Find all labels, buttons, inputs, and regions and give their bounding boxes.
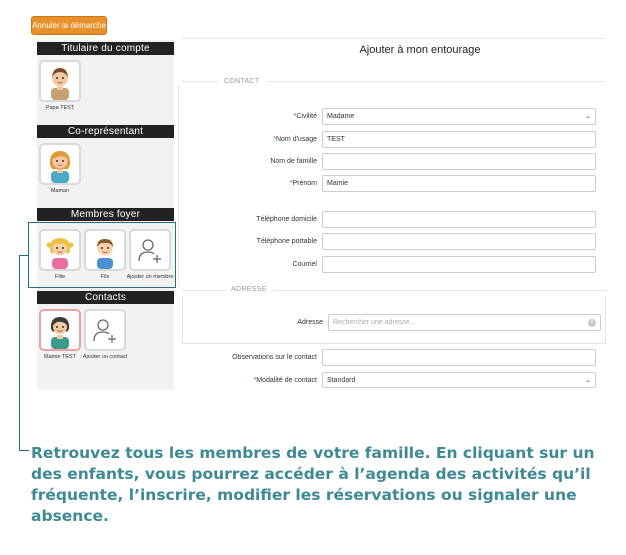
form-title: Ajouter à mon entourage xyxy=(359,44,481,56)
corep-heading: Co-représentant xyxy=(37,125,174,138)
nom-famille-input[interactable] xyxy=(322,153,596,170)
callout-connector xyxy=(19,450,29,451)
courriel-input[interactable] xyxy=(322,256,596,273)
civilite-label: *Civilité xyxy=(167,113,317,120)
tel-portable-input[interactable] xyxy=(322,233,596,250)
boy-avatar-icon xyxy=(97,239,113,269)
adresse-search-input[interactable]: Rechercher une adresse... × xyxy=(328,314,601,331)
modalite-label: *Modalité de contact xyxy=(167,377,317,384)
nom-usage-label: *Nom d'usage xyxy=(167,136,317,143)
modalite-value: Standard xyxy=(327,377,356,384)
section-contact-legend: CONTACT xyxy=(224,78,260,85)
adresse-label: Adresse xyxy=(297,319,323,326)
civilite-value: Madame xyxy=(327,113,355,120)
add-member-button[interactable]: Ajouter un membre xyxy=(127,229,173,293)
observations-label: Observations sur le contact xyxy=(232,354,317,361)
section-adresse-legend: ADRESSE xyxy=(231,286,267,293)
nom-usage-input[interactable]: TEST xyxy=(322,131,596,148)
tel-domicile-input[interactable] xyxy=(322,211,596,228)
member-name: Maman xyxy=(50,188,70,194)
fieldset-line xyxy=(274,290,606,291)
add-person-icon xyxy=(138,239,161,263)
cancel-process-button[interactable]: Annuler la démarche xyxy=(31,16,107,35)
member-card-fille[interactable]: Fille xyxy=(39,229,81,293)
callout-connector xyxy=(19,255,29,256)
prenom-label: *Prénom xyxy=(167,180,317,187)
modalite-select[interactable]: Standard ⌄ xyxy=(322,372,596,388)
chevron-down-icon: ⌄ xyxy=(585,113,591,120)
chevron-down-icon: ⌄ xyxy=(585,377,591,384)
callout-connector xyxy=(19,255,20,450)
prenom-label-text: Prénom xyxy=(292,180,317,187)
callout-caption: Retrouvez tous les membres de votre fami… xyxy=(31,444,595,525)
observations-input[interactable] xyxy=(322,349,596,366)
member-card-maman[interactable]: Maman xyxy=(39,143,81,207)
add-member-label: Ajouter un membre xyxy=(126,274,174,280)
member-card-mamie[interactable]: Mamie TEST xyxy=(39,309,81,373)
add-contact-label: Ajouter un contact xyxy=(82,354,128,360)
father-avatar-icon xyxy=(51,68,69,100)
member-card-papa[interactable]: Papa TEST xyxy=(39,60,81,124)
fieldset-line xyxy=(182,290,226,291)
modalite-label-text: Modalité de contact xyxy=(256,377,317,384)
adresse-placeholder: Rechercher une adresse... xyxy=(333,319,416,326)
fieldset-line xyxy=(182,81,218,82)
member-card-fils[interactable]: Fils xyxy=(84,229,126,293)
civilite-label-text: Civilité xyxy=(296,113,317,120)
add-contact-button[interactable]: Ajouter un contact xyxy=(83,309,127,373)
tel-portable-label: Téléphone portable xyxy=(256,238,317,245)
girl-avatar-icon xyxy=(46,238,74,269)
member-name: Papa TEST xyxy=(45,105,75,111)
nom-famille-label: Nom de famille xyxy=(270,158,317,165)
prenom-input[interactable]: Mamie xyxy=(322,175,596,192)
form-top-divider xyxy=(182,38,606,39)
titulaire-heading: Titulaire du compte xyxy=(37,42,174,55)
courriel-label: Courriel xyxy=(292,261,317,268)
grandmother-avatar-icon xyxy=(50,317,70,349)
contacts-heading: Contacts xyxy=(37,291,174,304)
add-person-icon xyxy=(93,319,116,343)
civilite-select[interactable]: Madame ⌄ xyxy=(322,108,596,125)
fieldset-line xyxy=(266,81,606,82)
foyer-heading: Membres foyer xyxy=(37,208,174,221)
mother-avatar-icon xyxy=(49,151,71,183)
clear-icon[interactable]: × xyxy=(588,319,596,327)
nom-usage-label-text: Nom d'usage xyxy=(275,136,317,143)
tel-domicile-label: Téléphone domicile xyxy=(256,216,317,223)
